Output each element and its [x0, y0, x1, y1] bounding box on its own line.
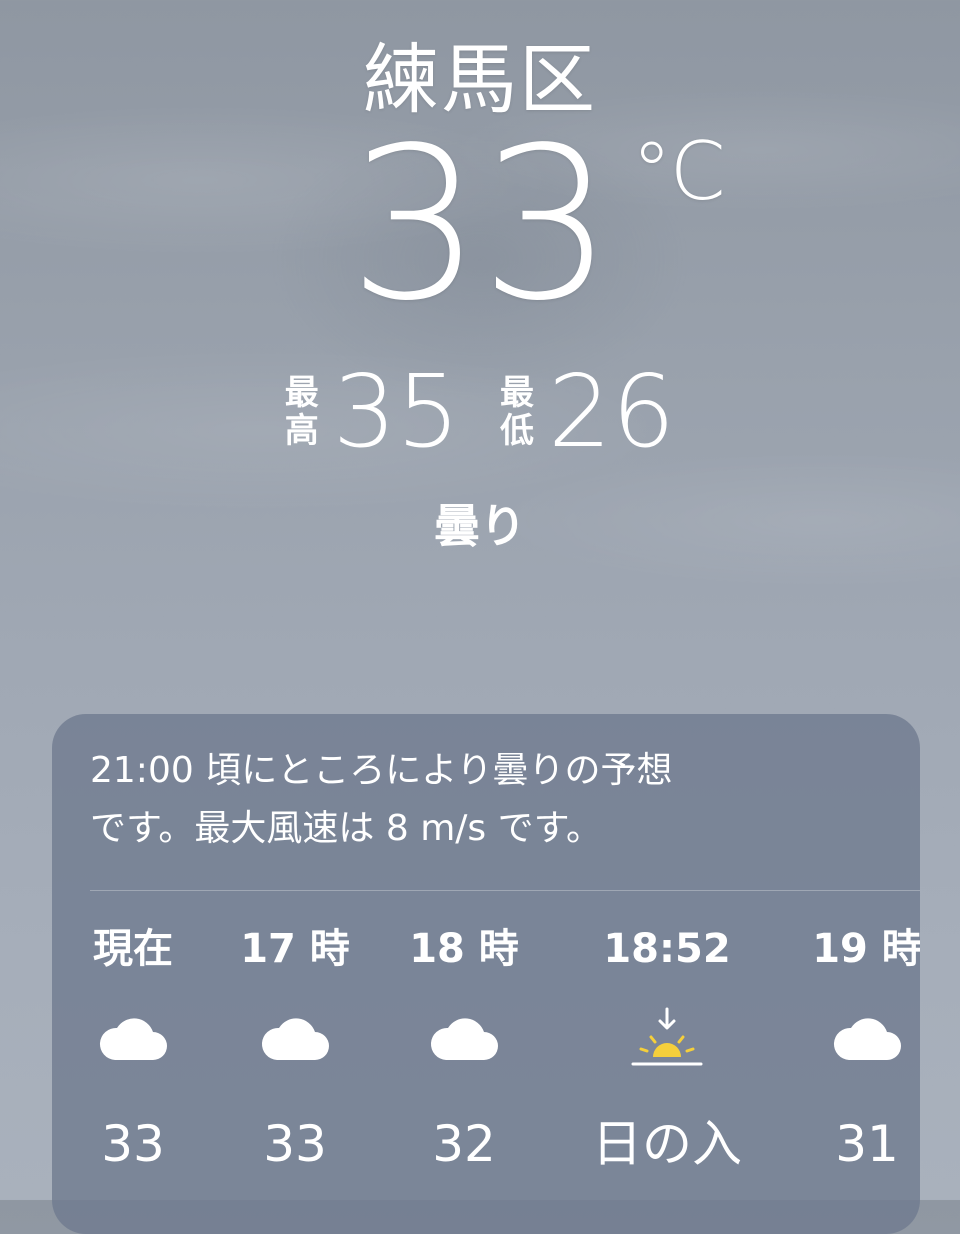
cloud-icon: [52, 984, 218, 1094]
hour-label: 現在: [93, 926, 173, 972]
cloud-icon: [782, 984, 920, 1094]
current-temperature-block: 33 °C: [0, 120, 960, 330]
hour-item-sunset: 18:52 日の入: [582, 914, 752, 1180]
low-value: 26: [548, 353, 676, 470]
hourly-forecast-list[interactable]: 現在 33 17 時 33 18 時 32 18:52 日の入 19 時 31: [52, 914, 920, 1234]
hour-temperature: 33: [101, 1115, 165, 1173]
hour-item-18: 18 時 32: [379, 914, 549, 1180]
hourly-forecast-card[interactable]: 21:00 頃にところにより曇りの予想 です。最大風速は 8 m/s です。 現…: [52, 714, 920, 1234]
low-label: 最 低: [500, 373, 534, 451]
sunset-icon: [582, 984, 752, 1094]
hour-label: 18:52: [603, 926, 731, 972]
hour-item-now: 現在 33: [52, 914, 218, 1180]
cloud-icon: [379, 984, 549, 1094]
low-temperature: 最 低 26: [500, 362, 675, 462]
hour-label: 19 時: [812, 926, 920, 972]
hour-label: 18 時: [409, 926, 519, 972]
temperature-unit: °C: [631, 125, 726, 218]
high-label: 最 高: [284, 373, 319, 451]
current-temperature: 33: [348, 102, 613, 347]
forecast-summary: 21:00 頃にところにより曇りの予想 です。最大風速は 8 m/s です。: [90, 750, 673, 849]
hour-item-17: 17 時 33: [210, 914, 380, 1180]
card-divider: [90, 890, 920, 891]
high-value: 35: [332, 353, 460, 470]
hour-temperature: 32: [432, 1115, 496, 1173]
hour-value: 日の入: [592, 1115, 742, 1173]
high-temperature: 最 高 35: [285, 362, 460, 462]
hour-label: 17 時: [240, 926, 350, 972]
hour-item-19: 19 時 31: [782, 914, 920, 1180]
hour-temperature: 31: [835, 1115, 899, 1173]
cloud-icon: [210, 984, 380, 1094]
weather-condition: 曇り: [434, 499, 526, 553]
high-low-temperatures: 最 高 35 最 低 26: [0, 362, 960, 462]
hour-temperature: 33: [263, 1115, 327, 1173]
